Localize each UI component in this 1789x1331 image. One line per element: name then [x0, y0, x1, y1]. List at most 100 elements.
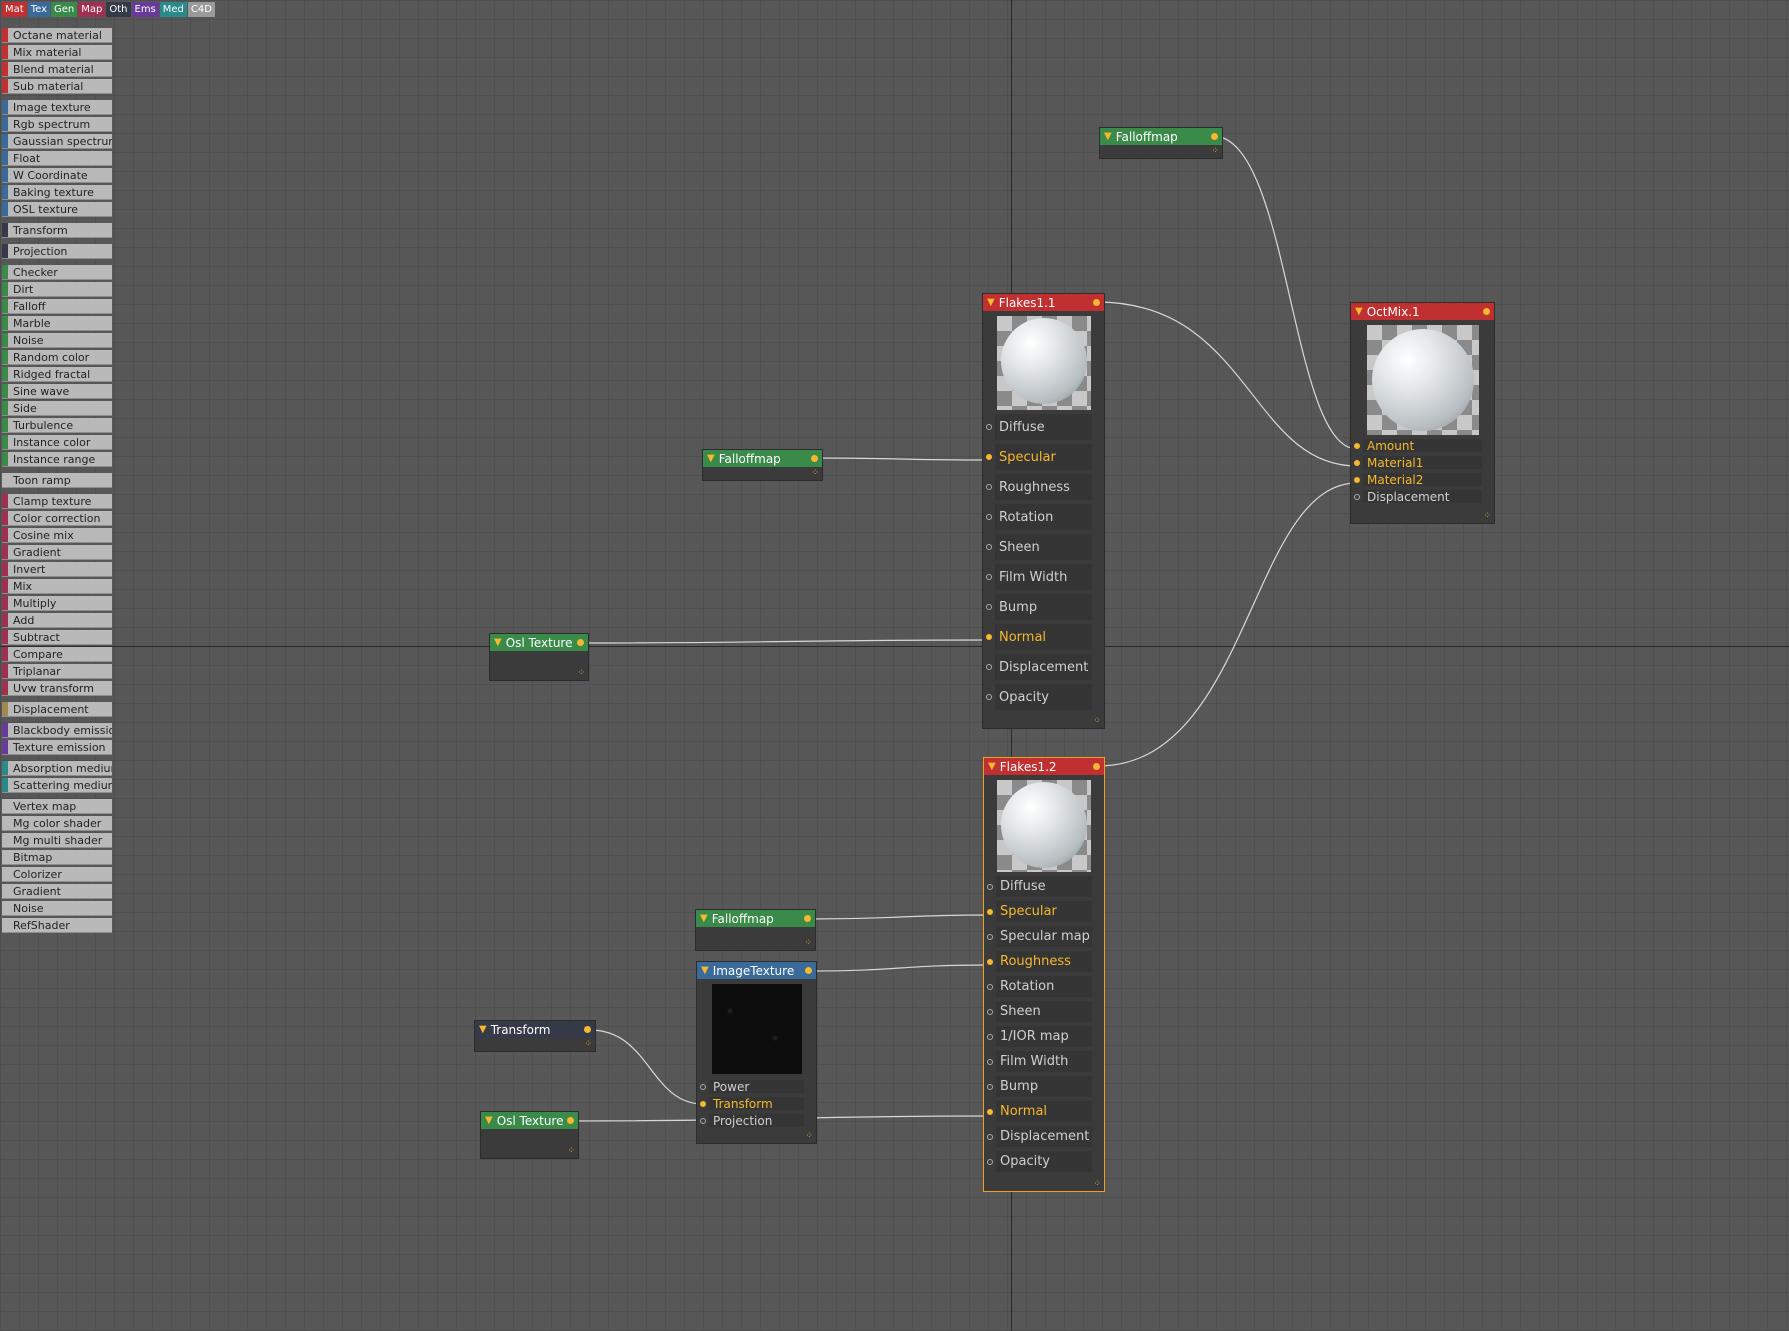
port-socket-icon[interactable]	[986, 514, 992, 520]
input-port[interactable]: 1/IOR map	[984, 1024, 1104, 1049]
input-port[interactable]: Film Width	[984, 1049, 1104, 1074]
collapse-triangle-icon[interactable]: ▼	[707, 453, 715, 464]
port-socket-icon[interactable]	[987, 908, 993, 915]
input-port[interactable]: Bump	[983, 592, 1104, 622]
port-socket-icon[interactable]	[986, 544, 992, 550]
node-header[interactable]: ▼ Osl Texture	[481, 1112, 578, 1129]
palette-item[interactable]: RefShader	[2, 918, 112, 933]
palette-item[interactable]: Add	[2, 613, 112, 628]
palette-item[interactable]: Checker	[2, 265, 112, 280]
palette-item[interactable]: Noise	[2, 901, 112, 916]
collapse-triangle-icon[interactable]: ▼	[1355, 306, 1363, 317]
palette-item[interactable]: Bitmap	[2, 850, 112, 865]
input-port[interactable]: Specular map	[984, 924, 1104, 949]
output-port[interactable]	[1483, 308, 1490, 315]
resize-grip-icon[interactable]: ⁘	[804, 939, 812, 948]
palette-item[interactable]: Gradient	[2, 884, 112, 899]
input-port[interactable]: Roughness	[983, 472, 1104, 502]
palette-tab-med[interactable]: Med	[159, 2, 187, 17]
palette-item[interactable]: Compare	[2, 647, 112, 662]
input-port[interactable]: Transform	[697, 1095, 816, 1112]
output-port[interactable]	[584, 1026, 591, 1033]
output-port[interactable]	[577, 639, 584, 646]
port-socket-icon[interactable]	[987, 1058, 993, 1065]
port-socket-icon[interactable]	[987, 1158, 993, 1165]
input-port[interactable]: Normal	[983, 622, 1104, 652]
port-socket-icon[interactable]	[987, 1083, 993, 1090]
node-header[interactable]: ▼ Osl Texture	[490, 634, 588, 651]
port-socket-icon[interactable]	[987, 933, 993, 940]
palette-item[interactable]: Dirt	[2, 282, 112, 297]
port-socket-icon[interactable]	[986, 634, 992, 640]
palette-item[interactable]: Vertex map	[2, 799, 112, 814]
palette-item[interactable]: Transform	[2, 223, 112, 238]
input-port[interactable]: Rotation	[983, 502, 1104, 532]
palette-tab-tex[interactable]: Tex	[27, 2, 50, 17]
palette-item[interactable]: OSL texture	[2, 202, 112, 217]
collapse-triangle-icon[interactable]: ▼	[987, 297, 995, 308]
palette-item[interactable]: Marble	[2, 316, 112, 331]
palette-tab-c4d[interactable]: C4D	[187, 2, 215, 17]
port-socket-icon[interactable]	[1354, 493, 1360, 500]
resize-grip-icon[interactable]: ⁘	[577, 669, 585, 678]
output-port[interactable]	[805, 967, 812, 974]
output-port[interactable]	[1093, 299, 1100, 306]
input-port[interactable]: Projection	[697, 1112, 816, 1129]
palette-item[interactable]: W Coordinate	[2, 168, 112, 183]
resize-grip-icon[interactable]: ⁘	[584, 1040, 592, 1049]
node-header[interactable]: ▼ Transform	[475, 1021, 595, 1038]
node-flakes-1-1[interactable]: ▼ Flakes1.1 Diffuse Specular Roughness Rota…	[983, 294, 1104, 728]
port-socket-icon[interactable]	[1354, 476, 1360, 483]
palette-item[interactable]: Side	[2, 401, 112, 416]
input-port[interactable]: Specular	[984, 899, 1104, 924]
output-port[interactable]	[804, 915, 811, 922]
node-falloffmap-low[interactable]: ▼ Falloffmap ⁘	[696, 910, 815, 950]
input-port[interactable]: Diffuse	[984, 874, 1104, 899]
palette-item[interactable]: Random color	[2, 350, 112, 365]
port-socket-icon[interactable]	[987, 1133, 993, 1140]
input-port[interactable]: Power	[697, 1078, 816, 1095]
collapse-triangle-icon[interactable]: ▼	[1104, 131, 1112, 142]
node-header[interactable]: ▼ Falloffmap	[703, 450, 822, 467]
palette-item[interactable]: Sine wave	[2, 384, 112, 399]
port-socket-icon[interactable]	[700, 1100, 706, 1107]
input-port[interactable]: Normal	[984, 1099, 1104, 1124]
collapse-triangle-icon[interactable]: ▼	[701, 965, 709, 976]
palette-item[interactable]: Mix	[2, 579, 112, 594]
palette-item[interactable]: Scattering medium	[2, 778, 112, 793]
input-port[interactable]: Amount	[1351, 437, 1494, 454]
port-socket-icon[interactable]	[1354, 442, 1360, 449]
palette-item[interactable]: Uvw transform	[2, 681, 112, 696]
collapse-triangle-icon[interactable]: ▼	[494, 637, 502, 648]
palette-item[interactable]: Image texture	[2, 100, 112, 115]
output-port[interactable]	[1093, 763, 1100, 770]
port-socket-icon[interactable]	[987, 883, 993, 890]
input-port[interactable]: Opacity	[984, 1149, 1104, 1174]
port-socket-icon[interactable]	[986, 604, 992, 610]
palette-item[interactable]: Projection	[2, 244, 112, 259]
palette-item[interactable]: Instance color	[2, 435, 112, 450]
port-socket-icon[interactable]	[986, 664, 992, 670]
palette-item[interactable]: Sub material	[2, 79, 112, 94]
palette-item[interactable]: Texture emission	[2, 740, 112, 755]
palette-item[interactable]: Triplanar	[2, 664, 112, 679]
palette-item[interactable]: Float	[2, 151, 112, 166]
input-port[interactable]: Opacity	[983, 682, 1104, 712]
node-header[interactable]: ▼ OctMix.1	[1351, 303, 1494, 320]
resize-grip-icon[interactable]: ⁘	[811, 469, 819, 478]
port-socket-icon[interactable]	[700, 1083, 706, 1090]
input-port[interactable]: Film Width	[983, 562, 1104, 592]
node-header[interactable]: ▼ Falloffmap	[696, 910, 815, 927]
port-socket-icon[interactable]	[1354, 459, 1360, 466]
palette-item[interactable]: Blend material	[2, 62, 112, 77]
resize-grip-icon[interactable]: ⁘	[805, 1132, 813, 1141]
input-port[interactable]: Sheen	[984, 999, 1104, 1024]
input-port[interactable]: Displacement	[983, 652, 1104, 682]
palette-item[interactable]: Mix material	[2, 45, 112, 60]
input-port[interactable]: Bump	[984, 1074, 1104, 1099]
collapse-triangle-icon[interactable]: ▼	[700, 913, 708, 924]
palette-item[interactable]: Multiply	[2, 596, 112, 611]
port-socket-icon[interactable]	[700, 1117, 706, 1124]
palette-item[interactable]: Gaussian spectrum	[2, 134, 112, 149]
palette-tab-oth[interactable]: Oth	[106, 2, 131, 17]
